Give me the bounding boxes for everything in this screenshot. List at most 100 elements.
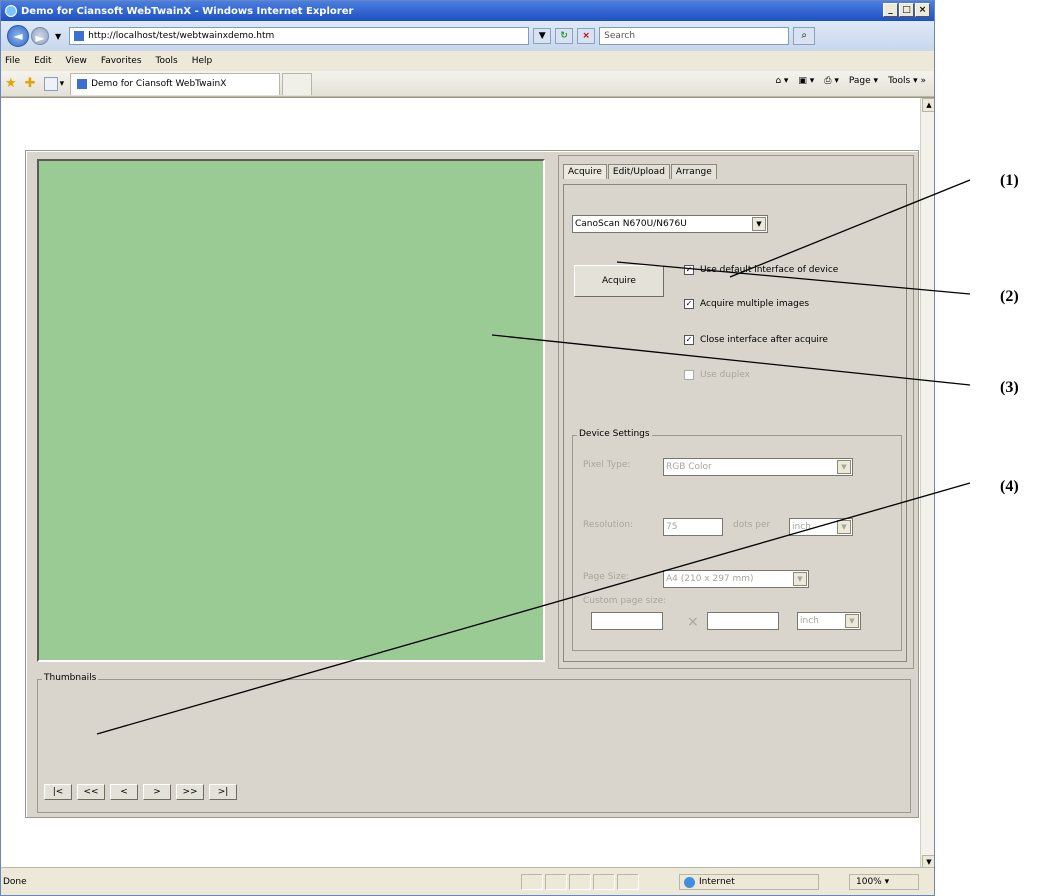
- use-duplex-checkbox[interactable]: Use duplex: [684, 370, 750, 380]
- resolution-field[interactable]: 75: [663, 518, 723, 536]
- close-interface-checkbox[interactable]: ✓ Close interface after acquire: [684, 335, 828, 345]
- checkbox-checked-icon[interactable]: ✓: [684, 265, 694, 275]
- home-icon[interactable]: ⌂ ▾: [775, 76, 788, 86]
- url-field[interactable]: http://localhost/test/webtwainxdemo.htm: [69, 27, 530, 45]
- back-button[interactable]: ◄: [7, 25, 29, 47]
- search-input[interactable]: Search: [599, 27, 790, 45]
- page-back-button[interactable]: <<: [77, 784, 105, 800]
- menu-file[interactable]: File: [5, 56, 20, 66]
- security-zone[interactable]: Internet: [679, 874, 819, 890]
- tab-list-dropdown-icon[interactable]: ▾: [60, 79, 65, 89]
- use-default-interface-checkbox[interactable]: ✓ Use default interface of device: [684, 265, 838, 275]
- callout-3: (3): [1000, 379, 1019, 396]
- page-favicon-icon: [74, 31, 85, 41]
- menu-view[interactable]: View: [66, 56, 87, 66]
- browser-tab[interactable]: Demo for Ciansoft WebTwainX: [70, 72, 281, 95]
- checkbox-label: Use default interface of device: [700, 265, 839, 275]
- zone-label: Internet: [699, 877, 735, 887]
- browser-window: Demo for Ciansoft WebTwainX - Windows In…: [0, 0, 935, 896]
- title-bar: Demo for Ciansoft WebTwainX - Windows In…: [1, 1, 934, 21]
- tools-menu[interactable]: Tools ▾ »: [888, 76, 926, 86]
- pixel-type-label: Pixel Type:: [583, 460, 631, 470]
- refresh-icon[interactable]: ↻: [555, 28, 574, 44]
- custom-page-size-label: Custom page size:: [583, 596, 667, 606]
- checkbox-label: Use duplex: [700, 370, 751, 380]
- acquire-multiple-checkbox[interactable]: ✓ Acquire multiple images: [684, 299, 809, 309]
- menu-favorites[interactable]: Favorites: [101, 56, 142, 66]
- tab-edit-upload[interactable]: Edit/Upload: [607, 164, 670, 179]
- add-favorites-icon[interactable]: ✚: [25, 76, 36, 91]
- checkbox-unchecked-icon[interactable]: [684, 370, 694, 380]
- tools-menu-label: Tools: [888, 76, 911, 86]
- callout-4: (4): [1000, 478, 1019, 495]
- device-select[interactable]: CanoScan N670U/N676U ▼: [572, 215, 768, 233]
- checkbox-checked-icon[interactable]: ✓: [684, 335, 694, 345]
- first-button[interactable]: |<: [44, 784, 72, 800]
- zoom-level[interactable]: 100% ▾: [849, 874, 919, 890]
- next-button[interactable]: >: [143, 784, 171, 800]
- tab-title: Demo for Ciansoft WebTwainX: [91, 79, 227, 89]
- address-bar: ◄ ► ▼ http://localhost/test/webtwainxdem…: [1, 21, 934, 51]
- vertical-scrollbar[interactable]: ▲ ▼: [920, 98, 934, 869]
- search-icon[interactable]: ⌕: [793, 27, 816, 45]
- ie-logo-icon: [5, 5, 17, 17]
- menu-tools[interactable]: Tools: [156, 56, 178, 66]
- pixel-type-value: RGB Color: [666, 462, 712, 472]
- acquire-button[interactable]: Acquire: [574, 265, 664, 297]
- times-sign: ×: [687, 614, 699, 630]
- close-button[interactable]: ×: [915, 3, 930, 17]
- chevron-down-icon[interactable]: ▼: [845, 614, 859, 628]
- address-dropdown-button[interactable]: ▼: [533, 28, 552, 44]
- status-text: Done: [3, 876, 27, 887]
- page-size-label: Page Size:: [583, 572, 630, 582]
- custom-width-field[interactable]: [591, 612, 663, 630]
- new-tab-button[interactable]: [282, 72, 313, 95]
- page-forward-button[interactable]: >>: [176, 784, 204, 800]
- command-bar: ⌂ ▾ ▣ ▾ ⎙ ▾ Page ▾ Tools ▾ »: [775, 76, 926, 86]
- feeds-icon[interactable]: ▣ ▾: [798, 76, 814, 86]
- status-segment: [617, 874, 639, 890]
- stop-icon[interactable]: ×: [577, 28, 596, 44]
- thumbnails-group: Thumbnails |< << < > >> >|: [37, 673, 911, 813]
- chevron-down-icon[interactable]: ▼: [837, 520, 851, 534]
- scroll-up-arrow-icon[interactable]: ▲: [922, 98, 934, 112]
- acquire-tab-body: CanoScan N670U/N676U ▼ Acquire ✓ Use def…: [563, 184, 907, 662]
- callout-1: (1): [1000, 172, 1019, 189]
- maximize-button[interactable]: □: [899, 3, 914, 17]
- tab-acquire[interactable]: Acquire: [563, 164, 607, 179]
- menu-help[interactable]: Help: [192, 56, 213, 66]
- resolution-unit-value: inch: [792, 522, 811, 532]
- tab-arrange[interactable]: Arrange: [670, 164, 717, 179]
- history-dropdown-icon[interactable]: ▼: [55, 32, 61, 41]
- tab-strip: Acquire Edit/Upload Arrange: [563, 164, 718, 179]
- resolution-unit-select[interactable]: inch ▼: [789, 518, 853, 536]
- forward-button[interactable]: ►: [31, 27, 49, 45]
- tab-favicon-icon: [77, 79, 88, 89]
- print-icon[interactable]: ⎙ ▾: [824, 76, 839, 86]
- minimize-button[interactable]: _: [883, 3, 898, 17]
- favorites-star-icon[interactable]: ★: [5, 76, 17, 91]
- page-size-select[interactable]: A4 (210 x 297 mm) ▼: [663, 570, 809, 588]
- chevron-down-icon[interactable]: ▼: [837, 460, 851, 474]
- previous-button[interactable]: <: [110, 784, 138, 800]
- page-menu[interactable]: Page ▾: [849, 76, 878, 86]
- thumbnail-nav: |< << < > >> >|: [44, 784, 237, 800]
- window-controls: _ □ ×: [883, 3, 930, 17]
- dots-per-label: dots per: [733, 520, 771, 530]
- quick-tabs-icon[interactable]: [43, 76, 58, 91]
- page-size-value: A4 (210 x 297 mm): [666, 574, 754, 584]
- device-select-value: CanoScan N670U/N676U: [575, 219, 687, 229]
- checkbox-label: Acquire multiple images: [700, 299, 810, 309]
- custom-unit-select[interactable]: inch ▼: [797, 612, 861, 630]
- pixel-type-select[interactable]: RGB Color ▼: [663, 458, 853, 476]
- checkbox-checked-icon[interactable]: ✓: [684, 299, 694, 309]
- menu-edit[interactable]: Edit: [34, 56, 51, 66]
- custom-height-field[interactable]: [707, 612, 779, 630]
- webtwainx-control: Acquire Edit/Upload Arrange CanoScan N67…: [25, 150, 919, 818]
- resolution-label: Resolution:: [583, 520, 634, 530]
- image-viewer[interactable]: [37, 159, 545, 662]
- status-segment: [545, 874, 567, 890]
- chevron-down-icon[interactable]: ▼: [793, 572, 807, 586]
- chevron-down-icon[interactable]: ▼: [752, 217, 766, 231]
- last-button[interactable]: >|: [209, 784, 237, 800]
